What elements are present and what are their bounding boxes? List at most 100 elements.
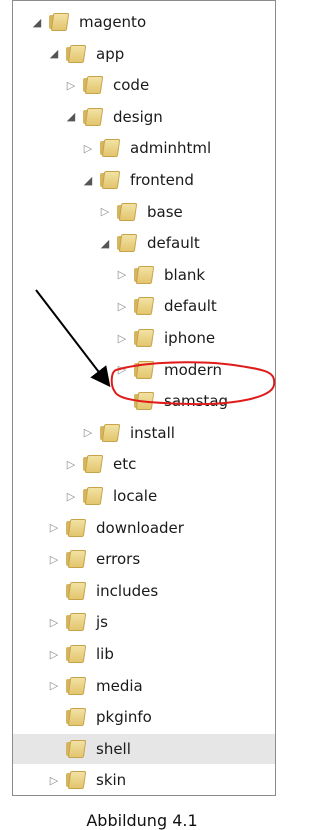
triangle-down-icon[interactable]: ◢ (48, 47, 60, 61)
tree-row-js[interactable]: ▷ js (48, 607, 108, 637)
folder-icon (81, 487, 105, 505)
folder-icon (98, 171, 122, 189)
tree-item-label: base (147, 202, 183, 221)
tree-row-errors[interactable]: ▷ errors (48, 544, 140, 574)
tree-item-label: code (113, 76, 150, 95)
folder-icon (132, 392, 156, 411)
triangle-right-icon[interactable]: ▷ (65, 457, 77, 471)
folder-icon (81, 107, 105, 126)
tree-row-install[interactable]: ▷ install (82, 418, 175, 448)
tree-item-label: adminhtml (130, 139, 212, 158)
triangle-right-icon[interactable]: ▷ (99, 205, 111, 219)
tree-row-app[interactable]: ◢ app (48, 39, 124, 69)
triangle-right-icon[interactable]: ▷ (48, 679, 60, 693)
tree-item-label: design (113, 107, 163, 126)
triangle-right-icon[interactable]: ▷ (116, 268, 128, 282)
tree-row-includes[interactable]: includes (48, 576, 158, 606)
tree-row-pkginfo[interactable]: pkginfo (48, 702, 152, 732)
folder-tree-panel: ◢ magento ◢ app ▷ code ◢ design ▷ adminhtml ◢ front… (12, 0, 276, 796)
folder-icon (98, 423, 122, 442)
tree-item-label: default (164, 297, 217, 316)
triangle-right-icon[interactable]: ▷ (82, 141, 94, 155)
tree-row-modern[interactable]: ▷ modern (116, 355, 222, 385)
triangle-down-icon[interactable]: ◢ (31, 15, 43, 29)
no-expander (48, 742, 60, 756)
tree-row-default[interactable]: ◢ default (99, 228, 200, 258)
triangle-right-icon[interactable]: ▷ (48, 647, 60, 661)
triangle-right-icon[interactable]: ▷ (116, 299, 128, 313)
tree-item-label: js (96, 613, 108, 632)
folder-icon (64, 739, 88, 758)
triangle-right-icon[interactable]: ▷ (48, 552, 60, 566)
tree-item-label: default (147, 234, 200, 253)
folder-icon (64, 550, 88, 569)
folder-icon (132, 297, 156, 316)
triangle-right-icon[interactable]: ▷ (48, 521, 60, 535)
tree-row-downloader[interactable]: ▷ downloader (48, 513, 184, 543)
no-expander (48, 584, 60, 598)
folder-icon (64, 645, 88, 663)
triangle-right-icon[interactable]: ▷ (116, 331, 128, 345)
tree-item-label: lib (96, 645, 114, 663)
triangle-right-icon[interactable]: ▷ (48, 615, 60, 629)
folder-icon (132, 265, 156, 284)
tree-row-base[interactable]: ▷ base (99, 197, 183, 227)
tree-row-frontend[interactable]: ◢ frontend (82, 165, 194, 195)
triangle-down-icon[interactable]: ◢ (82, 173, 94, 187)
tree-row-default[interactable]: ▷ default (116, 291, 217, 321)
tree-item-label: errors (96, 550, 141, 569)
folder-icon (64, 581, 88, 600)
tree-item-label: app (96, 44, 125, 63)
tree-item-label: install (130, 423, 175, 442)
tree-item-label: skin (96, 771, 127, 790)
tree-item-label: iphone (164, 329, 216, 347)
figure-caption: Abbildung 4.1 (86, 811, 198, 830)
folder-icon (115, 202, 139, 221)
triangle-right-icon[interactable]: ▷ (82, 426, 94, 440)
triangle-right-icon[interactable]: ▷ (48, 773, 60, 787)
tree-row-media[interactable]: ▷ media (48, 671, 143, 701)
triangle-right-icon[interactable]: ▷ (65, 489, 77, 503)
tree-row-locale[interactable]: ▷ locale (65, 481, 157, 511)
folder-icon (115, 234, 139, 253)
triangle-right-icon[interactable]: ▷ (116, 363, 128, 377)
tree-row-lib[interactable]: ▷ lib (48, 639, 114, 669)
folder-icon (64, 676, 88, 695)
no-expander (116, 394, 128, 408)
tree-row-code[interactable]: ▷ code (65, 70, 149, 100)
tree-item-label: magento (79, 13, 147, 31)
triangle-down-icon[interactable]: ◢ (99, 236, 111, 250)
folder-icon (98, 139, 122, 158)
tree-item-label: modern (164, 360, 222, 379)
folder-icon (132, 360, 156, 379)
no-expander (48, 710, 60, 724)
tree-item-label: includes (96, 581, 159, 600)
tree-row-iphone[interactable]: ▷ iphone (116, 323, 215, 353)
tree-row-skin[interactable]: ▷ skin (48, 765, 126, 795)
folder-icon (64, 44, 88, 63)
tree-item-label: media (96, 676, 143, 695)
tree-item-label: locale (113, 487, 158, 505)
tree-row-blank[interactable]: ▷ blank (116, 260, 205, 290)
folder-icon (64, 613, 88, 632)
tree-item-label: shell (96, 739, 131, 758)
tree-row-etc[interactable]: ▷ etc (65, 449, 136, 479)
folder-icon (81, 76, 105, 95)
tree-item-label: samstag (164, 392, 229, 411)
folder-icon (81, 455, 105, 474)
tree-item-label: blank (164, 265, 206, 284)
tree-item-label: frontend (130, 171, 194, 189)
tree-item-label: etc (113, 455, 137, 474)
folder-icon (132, 329, 156, 347)
tree-row-magento[interactable]: ◢ magento (31, 7, 146, 37)
triangle-right-icon[interactable]: ▷ (65, 78, 77, 92)
triangle-down-icon[interactable]: ◢ (65, 110, 77, 124)
tree-row-samstag[interactable]: samstag (116, 386, 228, 416)
folder-icon (64, 518, 88, 537)
tree-row-adminhtml[interactable]: ▷ adminhtml (82, 133, 211, 163)
tree-row-design[interactable]: ◢ design (65, 102, 163, 132)
tree-item-label: pkginfo (96, 708, 152, 727)
folder-icon (47, 13, 71, 31)
tree-row-shell[interactable]: shell (13, 733, 275, 764)
folder-icon (64, 771, 88, 790)
